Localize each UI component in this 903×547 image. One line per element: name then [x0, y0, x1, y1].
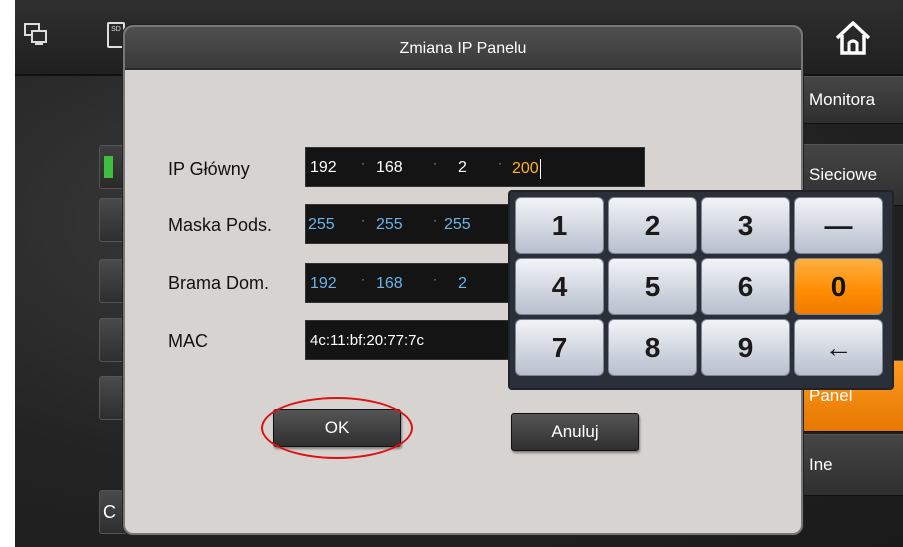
- active-octet-text: 200: [512, 160, 539, 178]
- side-item-monitora[interactable]: Monitora: [803, 76, 903, 124]
- mask-octet-3[interactable]: 255: [444, 216, 471, 234]
- ip-octet-4-active[interactable]: 200: [512, 159, 541, 179]
- mask-octet-1[interactable]: 255: [308, 216, 335, 234]
- key-minus[interactable]: —: [794, 197, 883, 254]
- gateway-label: Brama Dom.: [168, 273, 270, 293]
- gateway-octet-1[interactable]: 192: [310, 275, 337, 293]
- mask-octet-2[interactable]: 255: [376, 216, 403, 234]
- side-item-label: Monitora: [809, 90, 876, 109]
- home-icon[interactable]: [831, 18, 875, 58]
- separator-dot: ·: [361, 156, 365, 170]
- ip-octet-3[interactable]: 2: [458, 159, 467, 177]
- mac-value: 4c:11:bf:20:77:7c: [310, 332, 424, 349]
- cancel-button[interactable]: Anuluj: [511, 413, 639, 451]
- key-7[interactable]: 7: [515, 319, 604, 376]
- ip-octet-2[interactable]: 168: [376, 159, 403, 177]
- separator-dot: ·: [361, 272, 365, 286]
- gateway-octet-3[interactable]: 2: [458, 275, 467, 293]
- key-8[interactable]: 8: [608, 319, 697, 376]
- ip-label: IP Główny: [168, 159, 250, 179]
- key-2[interactable]: 2: [608, 197, 697, 254]
- key-4[interactable]: 4: [515, 258, 604, 315]
- key-6[interactable]: 6: [701, 258, 790, 315]
- partial-button-label: C: [103, 502, 116, 522]
- green-status-icon: [104, 156, 113, 178]
- key-9[interactable]: 9: [701, 319, 790, 376]
- highlight-circle: [261, 397, 413, 459]
- separator-dot: ·: [433, 213, 437, 227]
- key-0[interactable]: 0: [794, 258, 883, 315]
- key-3[interactable]: 3: [701, 197, 790, 254]
- network-icon[interactable]: [23, 22, 49, 48]
- text-cursor: [539, 159, 541, 179]
- key-backspace[interactable]: ←: [794, 319, 883, 376]
- key-5[interactable]: 5: [608, 258, 697, 315]
- ip-octet-1[interactable]: 192: [310, 159, 337, 177]
- separator-dot: ·: [433, 156, 437, 170]
- side-item-ine[interactable]: Ine: [803, 434, 903, 496]
- separator-dot: ·: [498, 156, 502, 170]
- numeric-keypad: 1 2 3 — 4 5 6 0 7 8 9 ←: [508, 190, 894, 390]
- gateway-octet-2[interactable]: 168: [376, 275, 403, 293]
- sd-label: SD: [111, 26, 121, 33]
- mac-label: MAC: [168, 331, 208, 351]
- side-item-label: Sieciowe: [809, 165, 878, 184]
- ip-field[interactable]: 192 · 168 · 2 · 200: [305, 147, 645, 187]
- key-1[interactable]: 1: [515, 197, 604, 254]
- dialog-title: Zmiana IP Panelu: [125, 27, 801, 70]
- mask-label: Maska Pods.: [168, 215, 273, 235]
- side-item-label: Ine: [809, 455, 833, 474]
- separator-dot: ·: [361, 213, 365, 227]
- separator-dot: ·: [433, 272, 437, 286]
